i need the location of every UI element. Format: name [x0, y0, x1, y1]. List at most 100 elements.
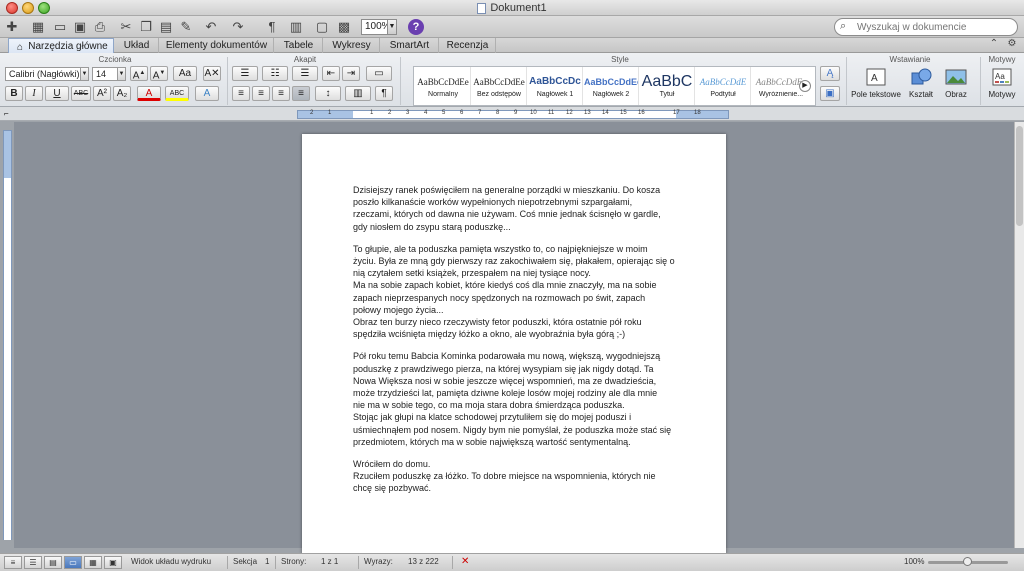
horizontal-ruler[interactable]: 2 1 1 2 3 4 5 6 7 8 9 10 11 12 13 14 15 …: [297, 110, 729, 119]
change-case-button[interactable]: Aa: [173, 66, 197, 81]
vertical-ruler[interactable]: [3, 130, 12, 540]
document-icon: [477, 2, 487, 14]
window-title-text: Dokument1: [490, 2, 547, 14]
media-browser-icon[interactable]: ▩: [336, 19, 352, 35]
numbering-button[interactable]: ☷: [262, 66, 288, 81]
svg-text:A: A: [871, 73, 878, 84]
sidebar-icon[interactable]: ▥: [288, 19, 304, 35]
subscript-button[interactable]: A₂: [113, 86, 131, 101]
strikethrough-button[interactable]: ABC: [71, 86, 91, 101]
tab-wykresy[interactable]: Wykresy: [324, 38, 380, 53]
clear-formatting-button[interactable]: A✕: [203, 66, 221, 81]
tab-tabele[interactable]: Tabele: [275, 38, 323, 53]
font-name-dropdown[interactable]: ▼: [80, 67, 89, 81]
minimize-window-button[interactable]: [22, 2, 34, 14]
increase-indent-button[interactable]: ⇥: [342, 66, 360, 81]
font-size-combo[interactable]: 14: [92, 67, 118, 81]
print-icon[interactable]: ⎙: [92, 19, 108, 35]
styles-scroll-arrow[interactable]: ▶: [799, 80, 811, 92]
ribbon-settings-icon[interactable]: ⚙: [1004, 36, 1020, 52]
search-input[interactable]: [857, 20, 1015, 34]
font-name-combo[interactable]: Calibri (Nagłówki): [5, 67, 81, 81]
group-label-czcionka: Czcionka: [98, 55, 132, 64]
format-painter-icon[interactable]: ✎: [178, 19, 194, 35]
line-spacing-button[interactable]: ↕: [315, 86, 341, 101]
print-layout-view-button[interactable]: ▭: [64, 556, 82, 569]
underline-button[interactable]: U: [45, 86, 69, 101]
notebook-view-button[interactable]: ▤: [44, 556, 62, 569]
style-naglowek-1[interactable]: AaBbCcDc Nagłówek 1: [528, 67, 583, 105]
open-folder-icon[interactable]: ▭: [52, 19, 68, 35]
align-center-button[interactable]: ≡: [252, 86, 270, 101]
justify-button[interactable]: ≡: [292, 86, 310, 101]
scrollbar-thumb[interactable]: [1016, 126, 1023, 226]
themes-button[interactable]: Aa Motywy: [984, 67, 1020, 99]
superscript-button[interactable]: A²: [93, 86, 111, 101]
tab-narzedzia-glowne[interactable]: ⌂ Narzędzia główne: [8, 38, 114, 53]
tab-recenzja[interactable]: Recenzja: [440, 38, 496, 53]
pilcrow-icon[interactable]: ¶: [264, 19, 280, 35]
toolbox-icon[interactable]: ▢: [314, 19, 330, 35]
cut-icon[interactable]: ✂: [118, 19, 134, 35]
draft-view-button[interactable]: ≡: [4, 556, 22, 569]
document-line: To głupie, ale ta poduszka pamięta wszys…: [353, 243, 648, 254]
styles-pane-button[interactable]: ▣: [820, 86, 840, 101]
close-window-button[interactable]: [6, 2, 18, 14]
templates-icon[interactable]: ▦: [30, 19, 46, 35]
align-left-button[interactable]: ≡: [232, 86, 250, 101]
document-line: uśmiechnąłem pod nosem. Nigdy bym nie po…: [353, 424, 672, 435]
outline-view-button[interactable]: ☰: [24, 556, 42, 569]
zoom-window-button[interactable]: [38, 2, 50, 14]
style-naglowek-2[interactable]: AaBbCcDdEe Nagłówek 2: [584, 67, 639, 105]
decrease-indent-button[interactable]: ⇤: [322, 66, 340, 81]
zoom-slider-knob[interactable]: [963, 557, 972, 566]
highlight-button[interactable]: ABC: [165, 86, 189, 101]
document-line: Pół roku temu Babcia Kominka podarowała …: [353, 351, 661, 362]
save-icon[interactable]: ▣: [72, 19, 88, 35]
manage-styles-button[interactable]: Ą: [820, 66, 840, 81]
text-box-button[interactable]: A Pole tekstowe: [850, 67, 902, 99]
spelling-status-icon[interactable]: ✕: [461, 554, 469, 570]
tab-elementy-dokumentow[interactable]: Elementy dokumentów: [160, 38, 274, 53]
collapse-ribbon-icon[interactable]: ⌃: [986, 36, 1002, 52]
document-line: Wróciłem do domu.: [353, 459, 431, 470]
status-bar: ≡ ☰ ▤ ▭ ▦ ▣ Widok układu wydruku Sekcja …: [0, 553, 1024, 571]
new-document-icon[interactable]: ✚: [4, 19, 20, 35]
shape-button[interactable]: Kształt: [904, 67, 938, 99]
document-line: poduszkę z prawdziwego pierza, na której…: [353, 363, 654, 374]
redo-icon[interactable]: ↷: [230, 19, 246, 35]
style-tytul[interactable]: AaBbC Tytuł: [640, 67, 695, 105]
copy-icon[interactable]: ❐: [138, 19, 154, 35]
shrink-font-button[interactable]: A▼: [150, 66, 168, 81]
zoom-dropdown-arrow[interactable]: ▼: [387, 19, 397, 35]
document-page[interactable]: Dzisiejszy ranek poświęciłem na generaln…: [302, 134, 726, 554]
paste-icon[interactable]: ▤: [158, 19, 174, 35]
grow-font-button[interactable]: A▲: [130, 66, 148, 81]
document-body[interactable]: Dzisiejszy ranek poświęciłem na generaln…: [353, 184, 678, 495]
style-normalny[interactable]: AaBbCcDdEe Normalny: [416, 67, 471, 105]
help-icon[interactable]: ?: [408, 19, 424, 35]
full-screen-view-button[interactable]: ▣: [104, 556, 122, 569]
publishing-view-button[interactable]: ▦: [84, 556, 102, 569]
font-size-dropdown[interactable]: ▼: [117, 67, 126, 81]
vertical-scrollbar[interactable]: [1014, 122, 1024, 548]
tab-smartart[interactable]: SmartArt: [381, 38, 439, 53]
style-podtytul[interactable]: AaBbCcDdE Podtytuł: [696, 67, 751, 105]
align-right-button[interactable]: ≡: [272, 86, 290, 101]
pilcrow-button[interactable]: ¶: [375, 86, 393, 101]
text-effects-button[interactable]: A: [195, 86, 219, 101]
bold-button[interactable]: B: [5, 86, 23, 101]
search-icon: ⌕: [840, 20, 847, 32]
multilevel-list-button[interactable]: ☰: [292, 66, 318, 81]
undo-icon[interactable]: ↶: [203, 19, 219, 35]
search-field[interactable]: ⌕: [834, 18, 1018, 36]
bullets-button[interactable]: ☰: [232, 66, 258, 81]
tab-stop-selector-icon[interactable]: ⌐: [4, 109, 9, 118]
font-color-button[interactable]: A: [137, 86, 161, 101]
columns-button[interactable]: ▥: [345, 86, 371, 101]
style-bez-odstepow[interactable]: AaBbCcDdEe Bez odstępów: [472, 67, 527, 105]
tab-uklad[interactable]: Układ: [115, 38, 159, 53]
italic-button[interactable]: I: [25, 86, 43, 101]
borders-button[interactable]: ▭: [366, 66, 392, 81]
picture-button[interactable]: Obraz: [940, 67, 972, 99]
